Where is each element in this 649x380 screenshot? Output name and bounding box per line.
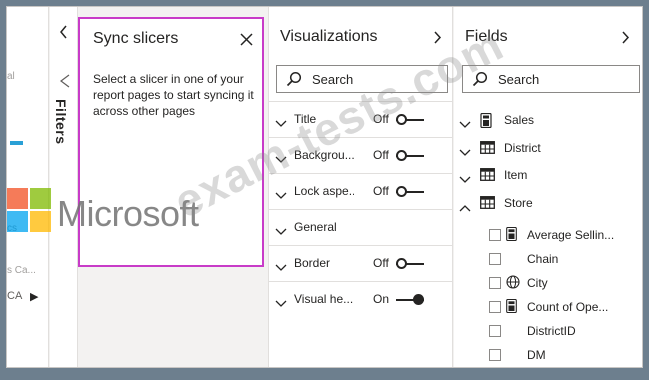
chevron-up-icon[interactable] — [459, 199, 471, 217]
calculator-icon — [506, 226, 517, 246]
toggle-state-label: Off — [373, 184, 389, 198]
search-placeholder: Search — [498, 72, 540, 87]
format-card-visual-header[interactable]: Visual he... On — [269, 282, 452, 318]
chevron-down-icon[interactable] — [275, 259, 287, 277]
field-checkbox[interactable] — [489, 253, 501, 265]
table-icon — [480, 168, 495, 186]
sync-slicers-title: Sync slicers — [93, 30, 179, 47]
table-name: Store — [504, 196, 533, 210]
toggle-state-label: Off — [373, 256, 389, 270]
chevron-left-icon[interactable] — [59, 25, 68, 44]
format-card-lock-aspect[interactable]: Lock aspe... Off — [269, 174, 452, 210]
calculator-icon — [506, 298, 517, 318]
report-fragment: s Ca... — [7, 265, 36, 276]
toggle-state-label: On — [373, 292, 390, 306]
field-column-city[interactable]: City — [454, 273, 642, 295]
powerbi-window: al cs s Ca... CA ▶ Filters Sync slicers … — [6, 6, 643, 368]
column-name: City — [527, 276, 548, 290]
table-name: Item — [504, 168, 528, 182]
card-label: Lock aspe... — [294, 184, 354, 198]
visual-header-toggle[interactable] — [396, 294, 424, 306]
chevron-right-icon[interactable] — [622, 31, 630, 49]
column-name: Chain — [527, 252, 559, 266]
field-table-item[interactable]: Item — [454, 164, 642, 189]
filters-pane-collapsed[interactable]: Filters — [50, 7, 78, 367]
table-icon — [480, 141, 495, 159]
column-name: Average Sellin... — [527, 228, 615, 242]
field-table-store[interactable]: Store — [454, 192, 642, 217]
card-label: Border — [294, 256, 331, 270]
search-icon — [286, 71, 302, 92]
field-checkbox[interactable] — [489, 277, 501, 289]
column-name: Count of Ope... — [527, 300, 609, 314]
close-icon[interactable] — [240, 33, 253, 51]
lock-aspect-toggle[interactable] — [396, 186, 424, 198]
field-column-average-selling[interactable]: Average Sellin... — [454, 225, 642, 247]
field-checkbox[interactable] — [489, 229, 501, 241]
report-canvas[interactable]: al cs s Ca... CA ▶ — [7, 7, 49, 367]
field-column-dm[interactable]: DM — [454, 345, 642, 367]
chevron-down-icon[interactable] — [459, 144, 471, 162]
field-checkbox[interactable] — [489, 301, 501, 313]
search-placeholder: Search — [312, 72, 354, 87]
field-column-count-of-open[interactable]: Count of Ope... — [454, 297, 642, 319]
play-icon[interactable]: ▶ — [30, 290, 38, 303]
field-table-sales[interactable]: Sales — [454, 109, 642, 134]
calculator-icon — [480, 112, 492, 133]
chevron-down-icon[interactable] — [275, 223, 287, 241]
report-bar — [10, 141, 23, 145]
microsoft-logo-icon — [7, 188, 51, 237]
globe-icon — [506, 275, 520, 294]
column-name: DistrictID — [527, 324, 576, 338]
table-name: District — [504, 141, 541, 155]
table-icon — [480, 196, 495, 214]
background-toggle[interactable] — [396, 150, 424, 162]
filters-label[interactable]: Filters — [53, 99, 69, 145]
field-column-districtid[interactable]: DistrictID — [454, 321, 642, 343]
border-toggle[interactable] — [396, 258, 424, 270]
card-label: General — [294, 220, 337, 234]
field-table-district[interactable]: District — [454, 137, 642, 162]
chevron-down-icon[interactable] — [459, 116, 471, 134]
chevron-down-icon[interactable] — [275, 295, 287, 313]
field-column-chain[interactable]: Chain — [454, 249, 642, 271]
filter-icon — [59, 74, 70, 93]
field-checkbox[interactable] — [489, 325, 501, 337]
toggle-state-label: Off — [373, 148, 389, 162]
report-fragment: CA — [7, 290, 23, 302]
visualizations-title: Visualizations — [280, 28, 378, 45]
sync-slicers-description: Select a slicer in one of your report pa… — [93, 72, 254, 118]
field-checkbox[interactable] — [489, 349, 501, 361]
format-card-border[interactable]: Border Off — [269, 246, 452, 282]
card-label: Visual he... — [294, 292, 354, 306]
format-card-general[interactable]: General — [269, 210, 452, 246]
table-name: Sales — [504, 113, 535, 127]
report-fragment: al — [7, 71, 15, 82]
chevron-down-icon[interactable] — [275, 187, 287, 205]
chevron-down-icon[interactable] — [459, 171, 471, 189]
column-name: DM — [527, 348, 546, 362]
